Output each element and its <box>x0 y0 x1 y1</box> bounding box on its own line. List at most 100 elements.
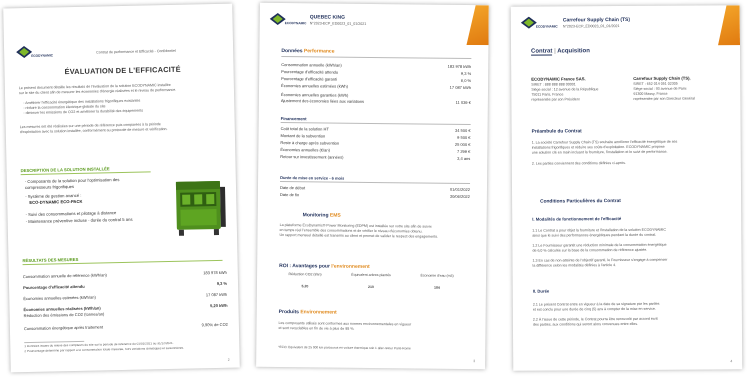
party-right-line: représentée par son Directeur Général <box>633 96 695 101</box>
machine-image <box>175 180 226 236</box>
roi-col-head: Économie d'eau (m3) <box>420 273 454 278</box>
finance-label: Coût total de la solution HT <box>280 126 329 132</box>
perf-label: Économies annuelles estimées (kWh) <box>281 83 348 89</box>
logo-mark-icon <box>269 12 286 25</box>
duration-label: Date de début <box>279 185 306 191</box>
company-logo: ECODYNAMIC <box>269 12 307 27</box>
products-line-2: et sont recyclables en fin de vie à plus… <box>278 326 355 331</box>
company-logo: ECODYNAMIC <box>16 45 54 60</box>
duration-label: Date de fin <box>279 192 300 198</box>
perf-value: 9,3 % <box>460 70 472 77</box>
header-line: Contrat de performance et Efficacité - C… <box>96 48 176 55</box>
result-label: Pourcentage d'efficacité attendu <box>23 283 85 291</box>
client-name: QUEBEC KING <box>309 14 346 21</box>
perf-value: 6,0 % <box>460 77 472 84</box>
finance-subheading: Financement <box>280 116 307 122</box>
perf-label: Ajustement des économies liées aux varia… <box>280 98 365 104</box>
duration-value: 01/01/2022 <box>449 186 470 193</box>
perf-label: Économies annuelles garanties (kWh) <box>280 92 349 98</box>
result-label: Réduction des émissions de CO2 (tonnes/a… <box>23 311 105 319</box>
document-title: ÉVALUATION DE L'EFFICACITÉ <box>64 64 181 77</box>
party-left-line: ECODYNAMIC France SAS, <box>531 76 586 82</box>
party-left-line: Siège social : 12 avenue de la Républiqu… <box>531 87 599 92</box>
roi-table: Réduction CO2 (t/an) Équivalent arbres p… <box>275 272 467 304</box>
finance-value: 25 000 € <box>454 141 471 148</box>
perf-label: Consommation annuelle (kWh/an) <box>281 62 342 68</box>
party-left-line: représentée par son Président <box>531 97 580 102</box>
result-label: Consommation annuelle de référence (kWh/… <box>22 272 107 280</box>
duration-subheading: Durée de mise en service - 6 mois <box>280 175 345 181</box>
modality-line: la différence selon les modalités défini… <box>532 263 617 268</box>
perf-value: 17 087 kWh <box>449 84 472 91</box>
heading-part: ROI : Avantages pour <box>279 263 332 270</box>
logo-text: ECODYNAMIC <box>535 24 558 29</box>
client-name: Carrefour Supply Chain (TS) <box>562 16 631 24</box>
page-footnote: *ECO: Equivalent de 25 000 km parcourus … <box>278 345 411 351</box>
reference-number: N°2023-ECP_ED0023_01_01/2021 <box>562 24 620 29</box>
finance-value: 7 299 € <box>456 148 471 155</box>
preamble-heading: Préambule du Contrat <box>531 129 582 135</box>
section-divider <box>281 56 472 59</box>
roi-col-head: Réduction CO2 (t/an) <box>288 272 322 277</box>
section-divider <box>280 122 471 125</box>
result-value: 183 978 kWh <box>203 269 227 276</box>
finance-label: Montant de la subvention <box>280 133 326 139</box>
section-divider <box>280 181 471 184</box>
heading-part: Données <box>281 48 304 55</box>
duration-line: des parties, aux conditions qui seront a… <box>532 321 639 327</box>
result-label: Économies annuelles estimées (kWh/an) <box>23 294 96 302</box>
roi-col-value: 184 <box>433 285 440 290</box>
reference-number: N°2023-ECP_ED0023_01_01/2021 <box>309 21 367 26</box>
heading-accent: EMS <box>329 212 341 219</box>
result-label: Consommation énergétique après traitemen… <box>23 324 104 332</box>
page-number: 4 <box>730 359 733 364</box>
document-page-2: ECODYNAMIC QUEBEC KING N°2023-ECP_ED0023… <box>256 2 489 370</box>
footnote-divider <box>24 340 85 343</box>
result-value: 9,3 % <box>216 280 228 287</box>
finance-label: Retour sur investissement (années) <box>280 154 344 160</box>
company-logo: ECODYNAMIC <box>520 16 558 30</box>
solution-line-4: ECO-DYNAMIC ECO-PACK <box>29 198 83 205</box>
heading-accent: Performance <box>303 48 335 55</box>
heading-part: Produits <box>278 309 301 316</box>
duration-value: 30/06/2022 <box>449 193 470 200</box>
party-right-line: Carrefour Supply Chain (TS), <box>633 75 691 81</box>
solution-line-6: - Maintenance préventive incluse - durée… <box>25 216 133 225</box>
party-left-line: 75011 Paris, France <box>531 92 564 97</box>
roi-col-head: Équivalent arbres plantés <box>351 272 391 278</box>
logo-mark-icon <box>520 16 537 29</box>
roi-heading: ROI : Avantages pour l'environnement <box>279 263 370 270</box>
solution-line-5: - Suivi des consommations et pilotage à … <box>25 210 117 218</box>
finance-label: Économies annuelles (€/an) <box>280 147 330 153</box>
heading-accent: Environnement <box>300 309 337 316</box>
heading-accent: l'environnement <box>331 263 370 270</box>
roi-col-value: 210 <box>367 284 374 290</box>
products-heading: Produits Environnement <box>279 309 337 316</box>
party-right-line: Siège social : 93 avenue de Paris <box>633 86 687 91</box>
finance-label: Reste à charge après subvention <box>280 140 340 146</box>
logo-mark-icon <box>16 46 33 59</box>
roi-col-value: 5,20 <box>301 284 309 289</box>
modality-line: ainsi que le suivi des performances éner… <box>532 232 657 238</box>
finance-value: 3,4 ans <box>457 155 471 162</box>
finance-value: 9 500 € <box>457 134 471 141</box>
logo-text: ECODYNAMIC <box>284 21 307 26</box>
solution-line-2: compresseurs frigorifiques <box>24 183 75 191</box>
perf-value: 183 978 kWh <box>447 63 472 70</box>
heading-accent: Acquisition <box>557 48 590 55</box>
perf-label: Pourcentage d'efficacité attendu <box>281 69 339 75</box>
logo-text: ECODYNAMIC <box>31 53 54 58</box>
party-right-line: 91300 Massy, France <box>633 91 668 96</box>
duration-line: et est conclu pour une durée de cinq (5)… <box>532 306 656 312</box>
page-number: 3 <box>473 359 476 364</box>
performance-heading: Données Performance <box>281 48 334 55</box>
conditions-heading: Conditions Particulières du Contrat <box>540 199 621 205</box>
result-value: 9,90% de CO2 <box>201 321 228 328</box>
monitoring-line-3: Un rapport mensuel détaillé est transmis… <box>279 233 439 239</box>
monitoring-heading: Monitoring EMS <box>303 212 341 218</box>
perf-label: Pourcentage d'efficacité garanti <box>281 76 337 82</box>
document-page-3: ECODYNAMIC Carrefour Supply Chain (TS) N… <box>510 5 743 371</box>
corner-accent <box>466 5 488 45</box>
corner-accent <box>718 5 740 45</box>
duration-heading: II. Durée <box>532 288 550 294</box>
